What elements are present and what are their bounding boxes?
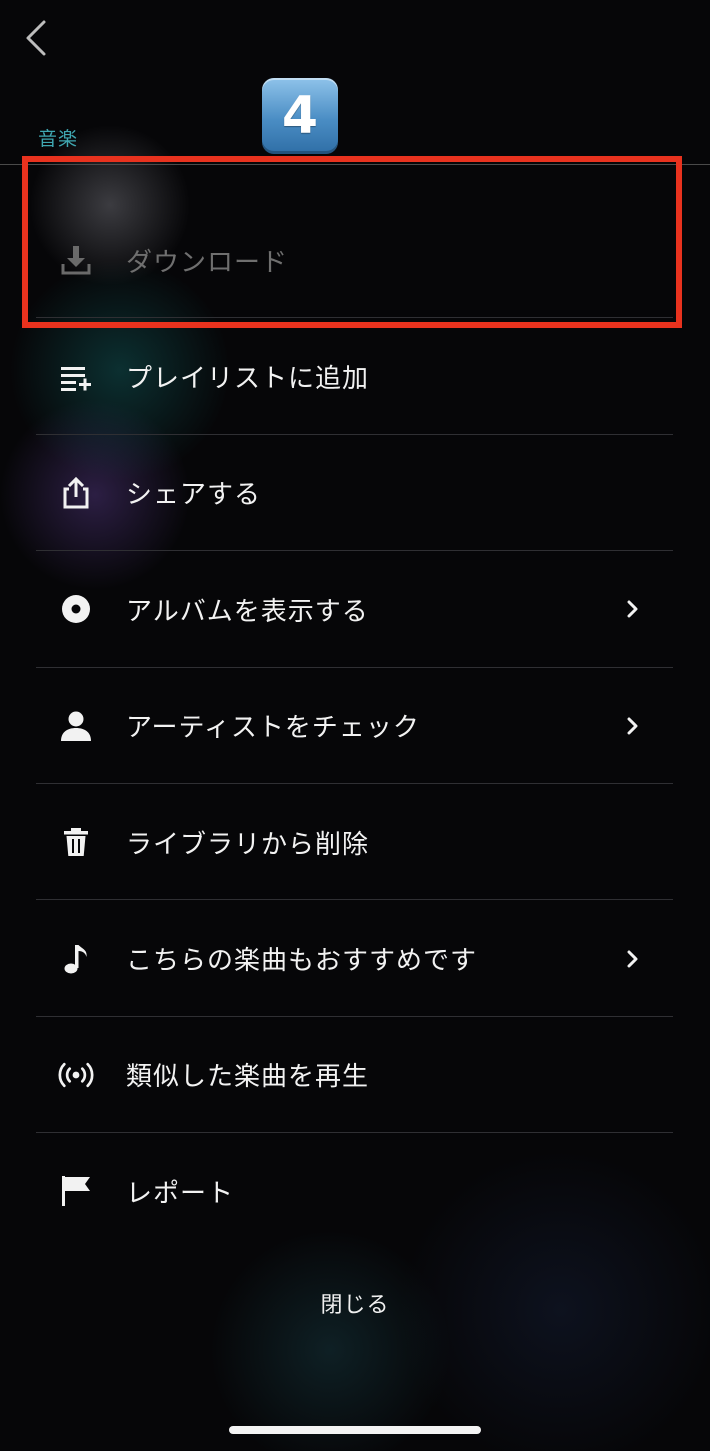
chevron-right-icon bbox=[627, 600, 638, 618]
menu-item-download[interactable]: ダウンロード bbox=[0, 202, 710, 319]
close-button[interactable]: 閉じる bbox=[0, 1287, 710, 1319]
menu-item-check-artist[interactable]: アーティストをチェック bbox=[0, 668, 710, 784]
action-menu: ダウンロード プレイリストに追加 シェアする アルバムを表示する アーティストを… bbox=[0, 202, 710, 1250]
menu-item-label: ライブラリから削除 bbox=[126, 829, 370, 860]
album-disc-icon bbox=[58, 591, 94, 627]
section-label: 音楽 bbox=[38, 128, 79, 150]
download-icon bbox=[58, 242, 94, 278]
menu-item-recommended-songs[interactable]: こちらの楽曲もおすすめです bbox=[0, 900, 710, 1017]
radio-broadcast-icon bbox=[58, 1057, 94, 1093]
person-icon bbox=[58, 708, 94, 744]
header-divider bbox=[0, 164, 710, 165]
menu-item-label: シェアする bbox=[126, 480, 262, 511]
playlist-add-icon bbox=[58, 359, 94, 395]
back-button[interactable] bbox=[18, 14, 58, 62]
menu-item-play-similar[interactable]: 類似した楽曲を再生 bbox=[0, 1017, 710, 1134]
menu-item-view-album[interactable]: アルバムを表示する bbox=[0, 551, 710, 668]
menu-item-label: プレイリストに追加 bbox=[126, 364, 370, 395]
menu-item-label: アルバムを表示する bbox=[126, 596, 369, 627]
music-note-icon bbox=[58, 941, 94, 977]
chevron-right-icon bbox=[627, 950, 638, 968]
menu-item-label: ダウンロード bbox=[126, 247, 289, 278]
menu-item-remove-from-library[interactable]: ライブラリから削除 bbox=[0, 784, 710, 901]
menu-item-label: こちらの楽曲もおすすめです bbox=[126, 946, 478, 977]
flag-icon bbox=[58, 1173, 94, 1209]
trash-icon bbox=[58, 824, 94, 860]
menu-item-share[interactable]: シェアする bbox=[0, 435, 710, 552]
menu-item-label: アーティストをチェック bbox=[126, 713, 420, 744]
menu-item-report[interactable]: レポート bbox=[0, 1133, 710, 1249]
chevron-right-icon bbox=[627, 717, 638, 735]
step-number-badge: 4 bbox=[262, 78, 338, 154]
chevron-left-icon bbox=[26, 20, 46, 56]
menu-item-add-to-playlist[interactable]: プレイリストに追加 bbox=[0, 318, 710, 435]
share-icon bbox=[58, 475, 94, 511]
menu-item-label: レポート bbox=[126, 1178, 235, 1209]
menu-item-label: 類似した楽曲を再生 bbox=[126, 1062, 370, 1093]
home-indicator bbox=[229, 1426, 481, 1434]
